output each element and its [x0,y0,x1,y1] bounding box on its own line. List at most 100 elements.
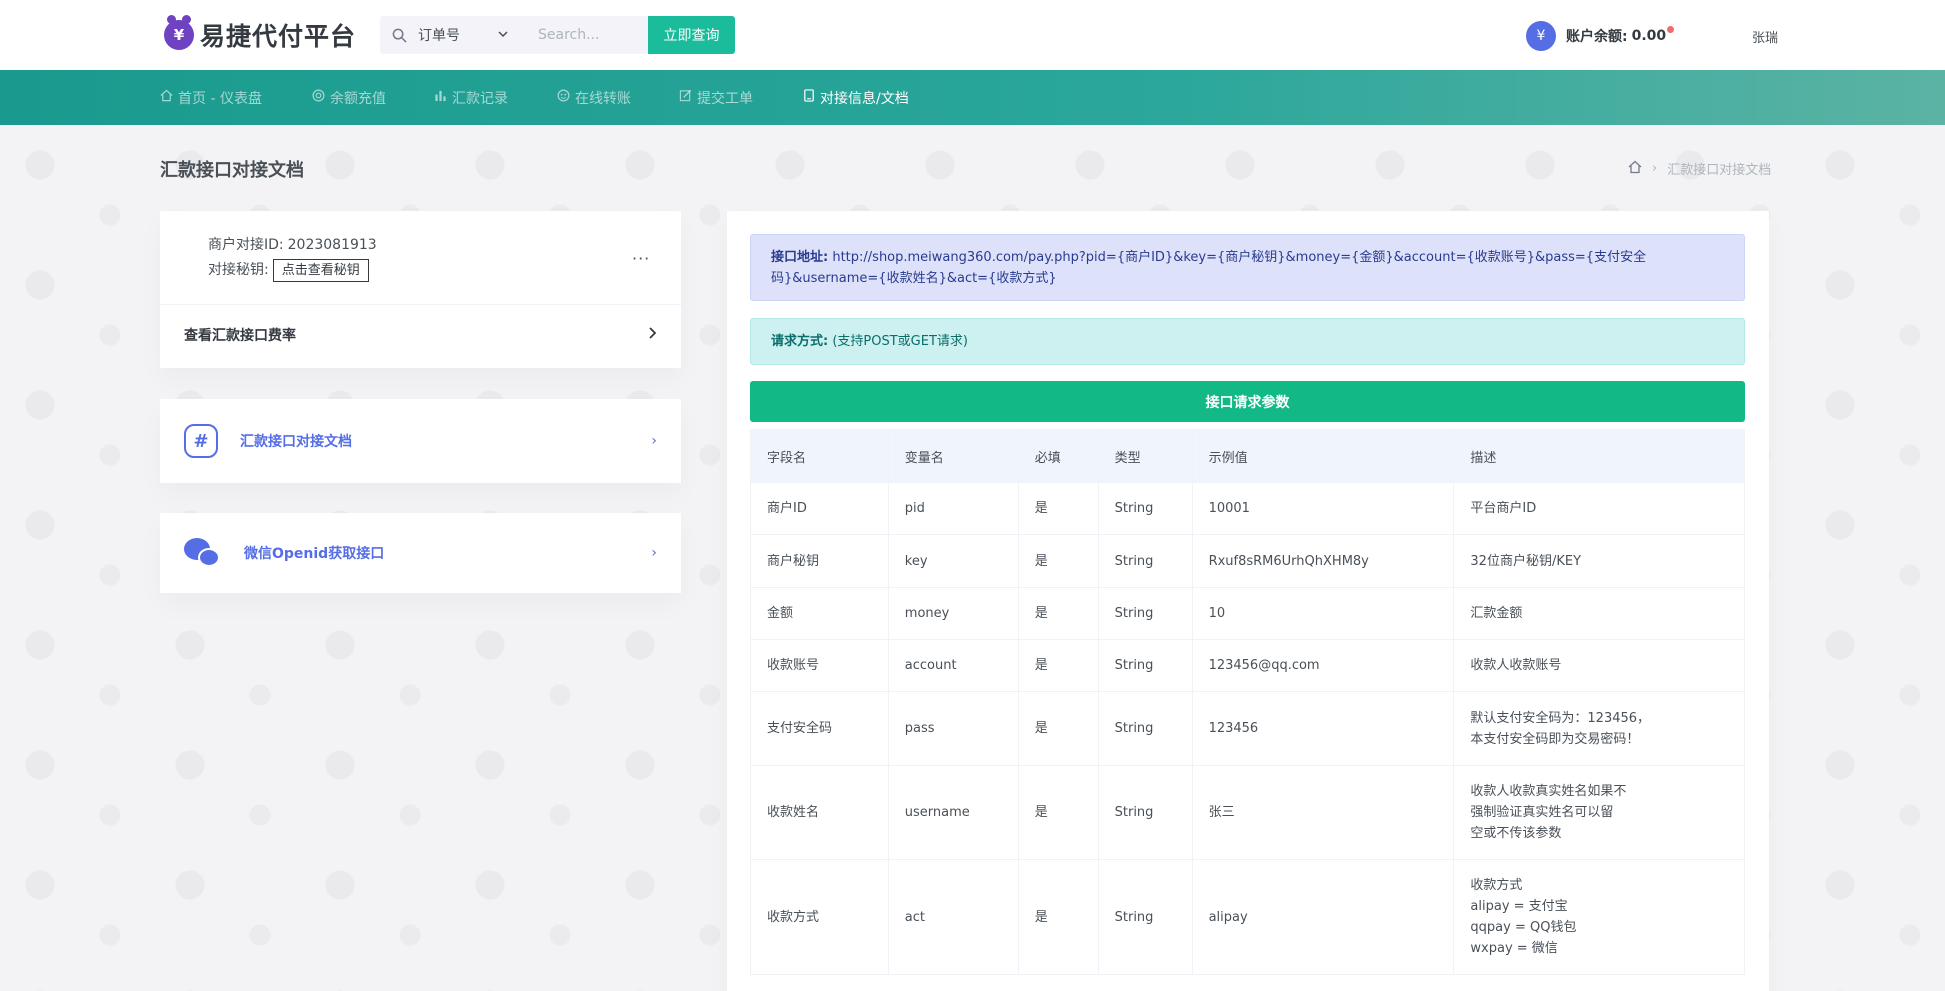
wechat-openid-link[interactable]: 微信Openid获取接口 › [184,513,657,593]
required-cell: 是 [1017,482,1099,535]
required-cell: 是 [1017,859,1099,975]
remittance-doc-link[interactable]: # 汇款接口对接文档 › [184,399,657,483]
desc-cell: 收款方式 alipay = 支付宝 qqpay = QQ钱包 wxpay = 微… [1453,859,1745,975]
nav-item-online-transfer[interactable]: 在线转账 [557,70,631,125]
merchant-id-value: 2023081913 [287,237,377,253]
secret-label: 对接秘钥: [208,262,269,278]
nav-item-dashboard[interactable]: 首页 - 仪表盘 [160,70,262,125]
main-nav: 首页 - 仪表盘 余额充值 汇款记录 在线转账 提交工单 对接信息/文档 [0,70,1945,125]
more-icon[interactable]: ··· [632,249,650,268]
desc-cell: 32位商户秘钥/KEY [1453,534,1745,588]
field-cell: 收款账号 [750,639,889,692]
desc-line: wxpay = 微信 [1470,941,1558,956]
view-secret-button[interactable]: 点击查看秘钥 [272,259,369,282]
desc-cell: 收款人收款账号 [1453,639,1745,692]
search-type-value: 订单号 [418,28,460,44]
api-address-alert: 接口地址: http://shop.meiwang360.com/pay.php… [750,234,1745,301]
chevron-down-icon [498,27,508,43]
notification-dot [1667,25,1675,33]
table-row: 商户秘钥 key 是 String Rxuf8sRM6UrhQhXHM8y 32… [750,534,1745,588]
balance-value: 0.00 [1631,28,1667,44]
desc-cell: 默认支付安全码为：123456， 本支付安全码即为交易密码！ [1453,691,1745,766]
merchant-card: 商户对接ID: 2023081913 对接秘钥: 点击查看秘钥 ··· 查看汇款接口… [160,211,681,368]
table-row: 商户ID pid 是 String 10001 平台商户ID [750,482,1745,535]
nav-item-label: 余额充值 [330,90,386,107]
search-icon [380,28,418,43]
desc-cell: 平台商户ID [1453,482,1745,535]
params-table: 字段名 变量名 必填 类型 示例值 描述 商户ID pid 是 String 1… [750,429,1745,975]
wechat-openid-card[interactable]: 微信Openid获取接口 › [160,513,681,593]
table-row: 收款账号 account 是 String 123456@qq.com 收款人收… [750,639,1745,692]
table-row: 金额 money 是 String 10 汇款金额 [750,587,1745,640]
yen-icon: ¥ [1526,21,1556,51]
desc-line: 默认支付安全码为：123456， [1470,710,1651,726]
hashtag-icon: # [184,424,218,458]
page-title: 汇款接口对接文档 [160,160,304,181]
nav-item-submit-ticket[interactable]: 提交工单 [679,70,753,125]
desc-line: 收款人收款账号 [1470,658,1562,673]
column-header: 类型 [1097,429,1193,483]
nav-item-label: 提交工单 [697,90,753,107]
desc-cell: 汇款金额 [1453,587,1745,640]
breadcrumb-current: 汇款接口对接文档 [1667,163,1772,178]
user-name[interactable]: 张瑞 [1752,27,1778,46]
table-row: 支付安全码 pass 是 String 123456 默认支付安全码为：1234… [750,691,1745,766]
required-cell: 是 [1017,691,1099,766]
column-header: 示例值 [1191,429,1455,483]
request-method-label: 请求方式: [771,334,829,349]
desc-line: 平台商户ID [1470,501,1537,516]
document-icon [803,89,815,106]
field-cell: 收款姓名 [750,765,889,860]
account-balance[interactable]: ¥ 账户余额: 0.00 [1526,21,1675,51]
var-cell: pass [887,691,1019,766]
desc-line: 强制验证真实姓名可以留 [1470,805,1614,820]
card-divider [160,304,681,305]
remittance-doc-card[interactable]: # 汇款接口对接文档 › [160,399,681,483]
breadcrumb-home-icon[interactable] [1628,160,1642,178]
required-cell: 是 [1017,587,1099,640]
example-cell: alipay [1191,859,1455,975]
view-rate-link[interactable]: 查看汇款接口费率 [184,325,657,345]
edit-icon [679,89,692,106]
column-header: 变量名 [887,429,1019,483]
request-params-button[interactable]: 接口请求参数 [750,381,1745,422]
coin-icon [312,89,325,106]
type-cell: String [1097,482,1193,535]
nav-item-label: 对接信息/文档 [820,90,909,107]
logo-text: 易捷代付平台 [200,22,357,51]
field-cell: 商户秘钥 [750,534,889,588]
doc-link-label: 汇款接口对接文档 [240,434,352,450]
required-cell: 是 [1017,765,1099,860]
top-header: ¥ 易捷代付平台 订单号 立即查询 ¥ 账户余额: 0.00 张瑞 [0,0,1945,70]
search-type-select[interactable]: 订单号 [418,25,518,45]
breadcrumb-separator: › [1652,161,1658,176]
required-cell: 是 [1017,534,1099,588]
desc-line: qqpay = QQ钱包 [1470,920,1577,935]
merchant-info: 商户对接ID: 2023081913 对接秘钥: 点击查看秘钥 [208,233,377,283]
nav-item-api-docs[interactable]: 对接信息/文档 [803,70,909,125]
nav-item-recharge[interactable]: 余额充值 [312,70,386,125]
home-icon [160,89,173,106]
logo[interactable]: ¥ 易捷代付平台 [164,15,357,52]
search-bar: 订单号 立即查询 [380,16,735,54]
var-cell: account [887,639,1019,692]
table-header-row: 字段名 变量名 必填 类型 示例值 描述 [750,429,1745,483]
var-cell: pid [887,482,1019,535]
var-cell: money [887,587,1019,640]
chevron-right-icon: › [651,545,657,561]
breadcrumb: › 汇款接口对接文档 [1628,159,1771,178]
api-address-label: 接口地址: [771,250,829,265]
table-row: 收款方式 act 是 String alipay 收款方式 alipay = 支… [750,859,1745,975]
desc-line: 收款方式 [1470,878,1523,893]
type-cell: String [1097,587,1193,640]
var-cell: act [887,859,1019,975]
api-doc-panel: 接口地址: http://shop.meiwang360.com/pay.php… [727,211,1769,991]
example-cell: Rxuf8sRM6UrhQhXHM8y [1191,534,1455,588]
nav-item-remittance-records[interactable]: 汇款记录 [434,70,508,125]
search-button[interactable]: 立即查询 [648,16,735,54]
desc-line: 汇款金额 [1470,606,1523,621]
type-cell: String [1097,765,1193,860]
example-cell: 张三 [1191,765,1455,860]
merchant-id-label: 商户对接ID: [208,237,284,253]
search-input[interactable] [518,17,638,53]
